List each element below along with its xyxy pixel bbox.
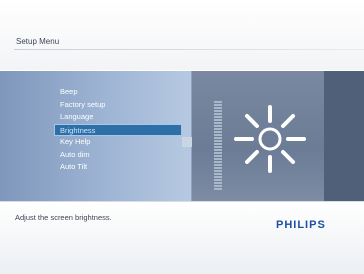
menu-item-label: Language xyxy=(60,112,94,121)
menu-item-language[interactable]: Language xyxy=(56,111,182,124)
menu-item-auto-dim[interactable]: Auto dim xyxy=(56,149,182,162)
brightness-level-bar[interactable] xyxy=(214,101,222,193)
main-area: Beep Factory setup Language Brightness K… xyxy=(0,71,364,201)
menu-item-key-help[interactable]: Key Help xyxy=(56,136,182,149)
selection-connector xyxy=(182,137,192,147)
menu-item-beep[interactable]: Beep xyxy=(56,86,182,99)
menu-item-label: Brightness xyxy=(60,125,96,135)
footer: Adjust the screen brightness. PHILIPS xyxy=(0,201,364,274)
side-strip xyxy=(324,71,364,201)
menu-panel: Beep Factory setup Language Brightness K… xyxy=(0,71,191,201)
header: Setup Menu xyxy=(0,0,364,70)
header-divider xyxy=(14,49,364,50)
setup-menu-list: Beep Factory setup Language Brightness K… xyxy=(54,86,182,174)
menu-item-label: Auto Tilt xyxy=(60,162,88,171)
sun-brightness-icon xyxy=(234,105,306,173)
preview-panel xyxy=(192,71,324,201)
menu-item-label: Factory setup xyxy=(60,99,106,109)
menu-item-brightness[interactable]: Brightness xyxy=(54,123,182,136)
philips-logo: PHILIPS xyxy=(276,219,326,231)
menu-item-label: Auto dim xyxy=(60,149,90,159)
page-title: Setup Menu xyxy=(16,37,60,46)
menu-item-label: Key Help xyxy=(60,137,91,146)
menu-item-auto-tilt[interactable]: Auto Tilt xyxy=(56,161,182,174)
menu-item-factory-setup[interactable]: Factory setup xyxy=(56,99,182,112)
help-text: Adjust the screen brightness. xyxy=(15,213,112,222)
menu-item-label: Beep xyxy=(60,87,78,96)
